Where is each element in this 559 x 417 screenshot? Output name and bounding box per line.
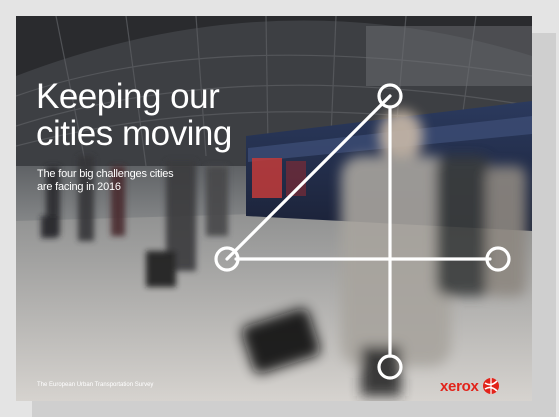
- cover-title: Keeping our cities moving: [36, 78, 232, 152]
- number-four-line-graphic: [214, 83, 511, 380]
- cover-title-line-2: cities moving: [36, 114, 232, 153]
- cover-subtitle-line-1: The four big challenges cities: [37, 168, 174, 180]
- xerox-logo: xerox: [440, 377, 500, 395]
- survey-label: The European Urban Transportation Survey: [37, 382, 154, 388]
- xerox-wordmark: xerox: [440, 377, 479, 395]
- xerox-ball-icon: [482, 378, 499, 394]
- cover-title-line-1: Keeping our: [36, 77, 220, 116]
- cover-subtitle-line-2: are facing in 2016: [37, 181, 121, 193]
- cover-subtitle: The four big challenges cities are facin…: [37, 168, 174, 194]
- report-cover: Keeping our cities moving The four big c…: [16, 16, 532, 401]
- graphic-node-bottom: [377, 354, 403, 380]
